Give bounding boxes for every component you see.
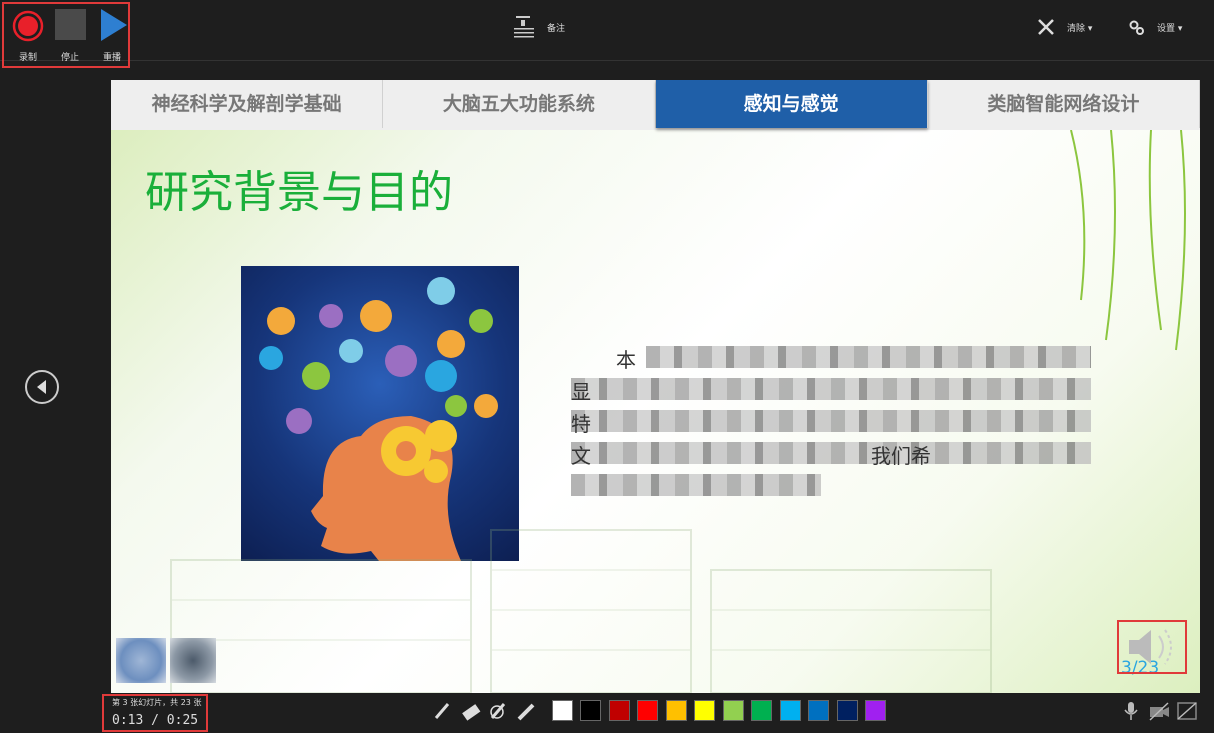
- blurred-body-text: 本 显 特 文 我们希: [571, 340, 1096, 500]
- ink-color-green[interactable]: [751, 700, 772, 721]
- stop-icon: [55, 9, 86, 40]
- record-icon: [12, 10, 44, 42]
- ink-color-purple[interactable]: [865, 700, 886, 721]
- camera-preview-off-icon: [1177, 702, 1197, 720]
- settings-icon: [1129, 20, 1144, 35]
- eraser-icon: [462, 704, 481, 721]
- highlighter-tool[interactable]: [516, 700, 538, 722]
- text-fragment: 文: [571, 444, 591, 468]
- ink-color-light-blue[interactable]: [780, 700, 801, 721]
- laser-pen-icon: [490, 703, 506, 719]
- ink-color-blue[interactable]: [808, 700, 829, 721]
- campus-building-watermark: [170, 529, 992, 693]
- slide-tab-brain-systems[interactable]: 大脑五大功能系统: [383, 80, 656, 128]
- slide-tab-neuroscience[interactable]: 神经科学及解剖学基础: [111, 80, 384, 128]
- clear-label: 清除 ▾: [1067, 24, 1093, 34]
- recording-timer: 0:13 / 0:25: [112, 713, 199, 728]
- laser-pen-tool[interactable]: [488, 700, 510, 722]
- slide-counter: 第 3 张幻灯片，共 23 张: [112, 698, 202, 707]
- camera-thumbnail: [116, 638, 166, 683]
- camera-off-icon: [1149, 702, 1169, 721]
- camera-thumbnails: [116, 630, 216, 690]
- pen-icon: [434, 703, 450, 719]
- ink-color-light-green[interactable]: [723, 700, 744, 721]
- text-fragment: 特: [571, 412, 591, 436]
- previous-slide-icon: [37, 380, 46, 394]
- record-label: 录制: [18, 53, 37, 63]
- text-fragment: 我们希: [871, 444, 931, 468]
- ink-color-yellow[interactable]: [694, 700, 715, 721]
- settings-label: 设置 ▾: [1157, 24, 1183, 34]
- slide-tab-brain-network[interactable]: 类脑智能网络设计: [928, 80, 1200, 128]
- highlighter-icon: [517, 703, 535, 721]
- microphone-icon: [1124, 702, 1138, 720]
- camera-toggle[interactable]: [1148, 700, 1170, 722]
- text-fragment: 本: [616, 348, 636, 372]
- willow-branch-decoration: [1070, 130, 1186, 351]
- notes-button[interactable]: 备注: [512, 12, 602, 40]
- ink-color-dark-red[interactable]: [609, 700, 630, 721]
- camera-thumbnail: [170, 638, 216, 683]
- slide-canvas: 神经科学及解剖学基础 大脑五大功能系统 感知与感觉 类脑智能网络设计 研究背景与…: [111, 80, 1200, 693]
- ink-color-orange[interactable]: [666, 700, 687, 721]
- eraser-tool[interactable]: [460, 700, 482, 722]
- replay-icon: [101, 9, 127, 41]
- clear-icon: [1038, 19, 1054, 35]
- audio-speaker-button[interactable]: [1117, 620, 1187, 674]
- ink-color-black[interactable]: [580, 700, 601, 721]
- slide-tab-bar: 神经科学及解剖学基础 大脑五大功能系统 感知与感觉 类脑智能网络设计: [111, 80, 1200, 130]
- microphone-toggle[interactable]: [1120, 700, 1142, 722]
- notes-icon: [514, 16, 534, 38]
- speaker-icon: [1129, 629, 1172, 665]
- notes-label: 备注: [547, 24, 566, 34]
- recording-toolbar: [0, 0, 1214, 61]
- replay-label: 重播: [102, 53, 121, 63]
- text-fragment: 显: [571, 380, 591, 404]
- ink-color-white[interactable]: [552, 700, 573, 721]
- previous-slide-button[interactable]: [25, 370, 59, 404]
- pen-tool[interactable]: [432, 700, 454, 722]
- slide-title: 研究背景与目的: [145, 167, 453, 218]
- stop-label: 停止: [60, 53, 79, 63]
- ink-color-red[interactable]: [637, 700, 658, 721]
- ink-color-dark-blue[interactable]: [837, 700, 858, 721]
- camera-preview-toggle[interactable]: [1176, 700, 1198, 722]
- slide-tab-perception[interactable]: 感知与感觉: [655, 80, 928, 128]
